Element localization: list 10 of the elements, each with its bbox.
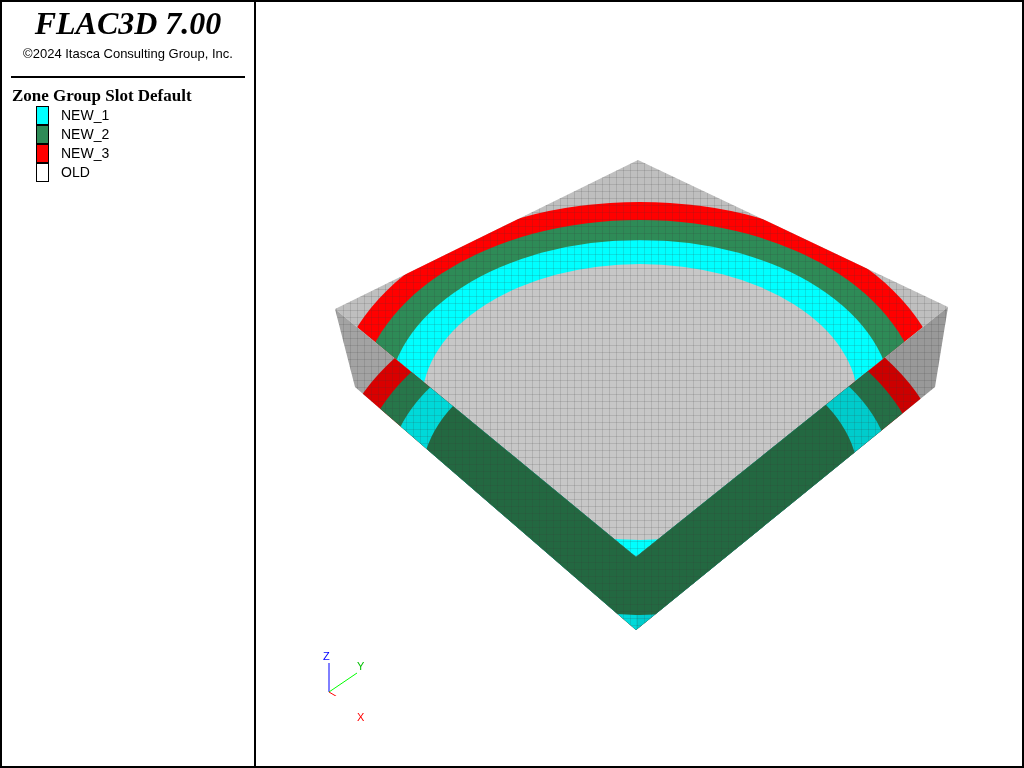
y-axis-label: Y [357,660,365,672]
legend-label: NEW_3 [61,145,110,161]
legend-label: OLD [61,164,90,180]
copyright-text: ©2024 Itasca Consulting Group, Inc. [23,45,233,63]
legend-label: NEW_1 [61,107,110,123]
x-axis-label: X [357,711,365,723]
legend-title: Zone Group Slot Default [12,85,193,106]
z-axis-label: Z [323,650,330,662]
legend-label: NEW_2 [61,126,110,142]
app-title: FLAC3D 7.00 [34,6,222,40]
